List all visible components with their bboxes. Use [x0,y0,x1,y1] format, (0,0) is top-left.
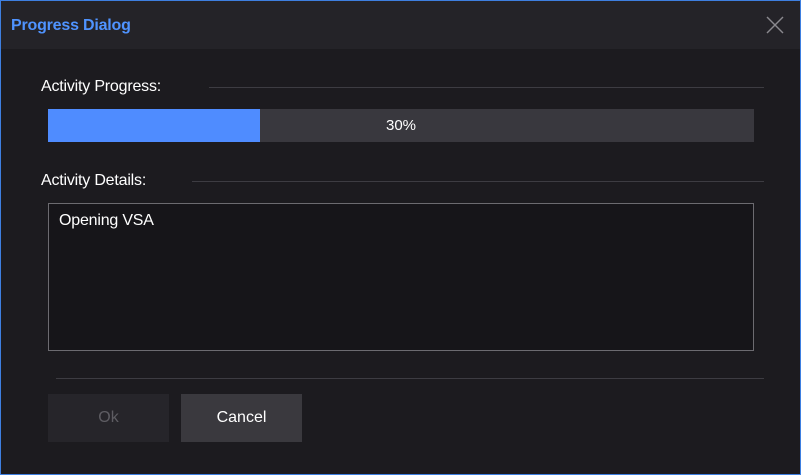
progress-percent-text: 30% [385,117,417,134]
details-section-divider [192,181,764,182]
close-icon [766,16,784,34]
activity-progress-label: Activity Progress: [41,78,161,95]
activity-details-label: Activity Details: [41,172,147,189]
progress-dialog: Progress Dialog Activity Progress: 30% A… [0,0,801,475]
dialog-title: Progress Dialog [11,17,131,34]
title-bar: Progress Dialog [1,1,800,49]
cancel-button[interactable]: Cancel [181,394,302,442]
progress-bar: 30% [48,109,754,142]
activity-details-textbox[interactable]: Opening VSA [48,203,754,351]
progress-section-divider [209,87,764,88]
close-button[interactable] [764,14,786,36]
ok-button[interactable]: Ok [48,394,169,442]
button-row-divider [56,378,764,379]
